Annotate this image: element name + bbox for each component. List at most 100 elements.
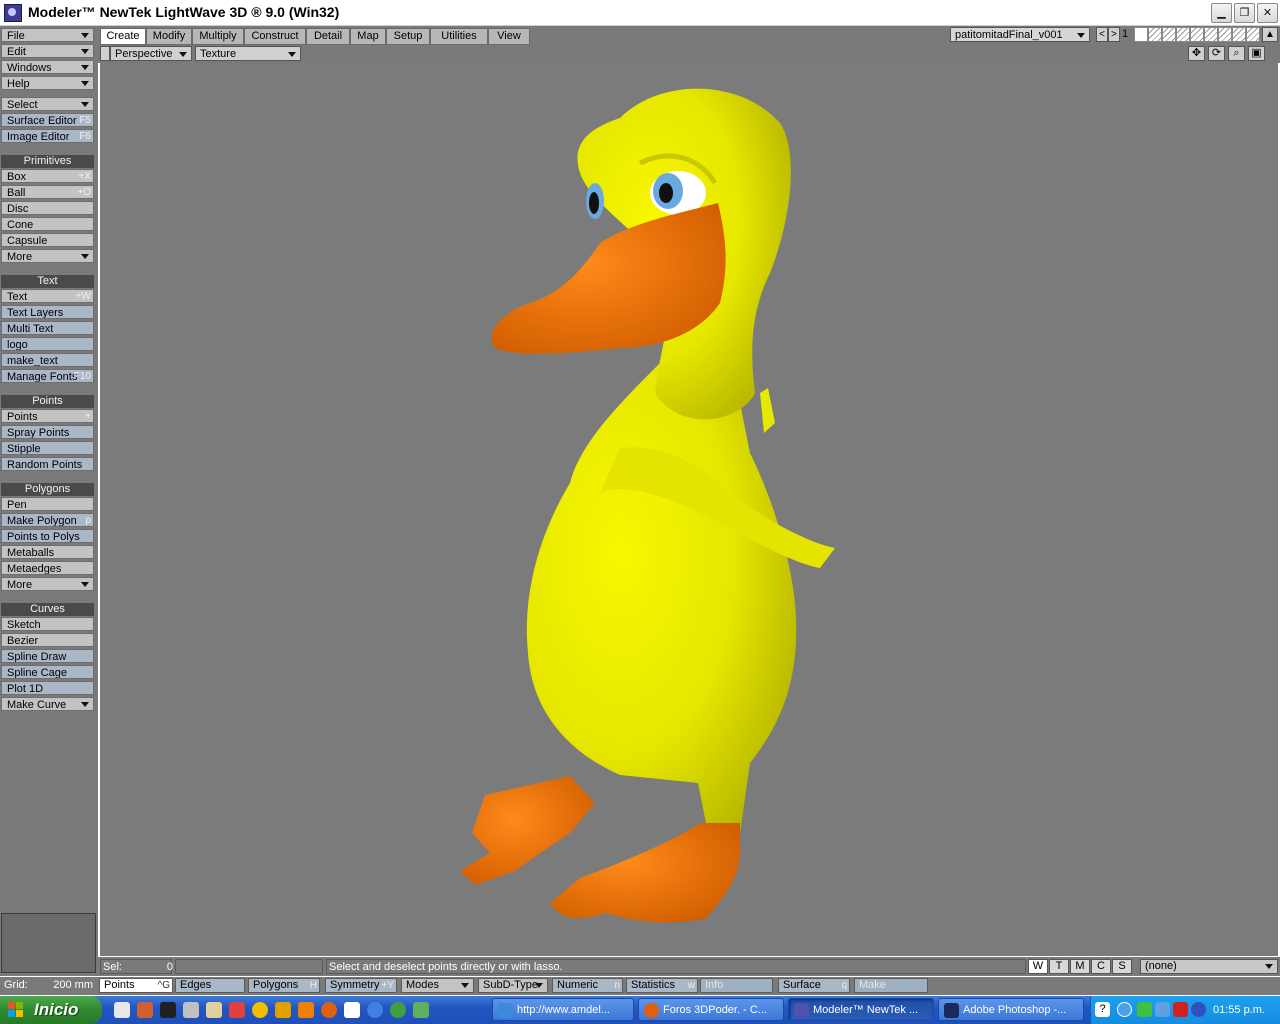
firefox-quicklaunch-icon[interactable]	[321, 1002, 337, 1018]
prev-layer-button[interactable]: <	[1096, 27, 1108, 42]
view-type-select[interactable]: Perspective	[110, 46, 192, 61]
taskbar-item-photoshop[interactable]: Adobe Photoshop -...	[938, 998, 1084, 1021]
barcode-icon[interactable]	[114, 1002, 130, 1018]
next-layer-button[interactable]: >	[1108, 27, 1120, 42]
tab-utilities[interactable]: Utilities	[430, 28, 488, 45]
subd-type-menu[interactable]: SubD-Type	[478, 978, 548, 993]
surface-editor-button[interactable]: Surface Editor F5	[1, 113, 94, 127]
tab-construct[interactable]: Construct	[244, 28, 306, 45]
taskbar-item-modeler[interactable]: Modeler™ NewTek ...	[788, 998, 934, 1021]
layer-box-7[interactable]	[1218, 27, 1232, 42]
statistics-button[interactable]: Statistics w	[626, 978, 698, 993]
move-view-icon[interactable]: ✥	[1188, 46, 1205, 61]
perspective-viewport[interactable]	[100, 63, 1278, 956]
start-button[interactable]: Inicio	[0, 996, 102, 1024]
network-icon[interactable]	[413, 1002, 429, 1018]
layer-box-3[interactable]	[1162, 27, 1176, 42]
rotate-view-icon[interactable]: ⟳	[1208, 46, 1225, 61]
spray-points-button[interactable]: Spray Points	[1, 425, 94, 439]
edit-menu[interactable]: Edit	[1, 44, 94, 58]
random-points-button[interactable]: Random Points	[1, 457, 94, 471]
tab-create[interactable]: Create	[100, 28, 146, 45]
layer-box-5[interactable]	[1190, 27, 1204, 42]
help-menu[interactable]: Help	[1, 76, 94, 90]
network-tray-icon[interactable]	[1137, 1002, 1152, 1017]
points-tool-button[interactable]: Points +	[1, 409, 94, 423]
vlc-icon[interactable]	[298, 1002, 314, 1018]
lightwave-app-icon[interactable]	[4, 4, 22, 22]
metaballs-button[interactable]: Metaballs	[1, 545, 94, 559]
render-style-select[interactable]: Texture	[195, 46, 301, 61]
polygons-mode-button[interactable]: Polygons H	[248, 978, 320, 993]
box-tool-button[interactable]: Box +X	[1, 169, 94, 183]
text-layers-button[interactable]: Text Layers	[1, 305, 94, 319]
windows-menu[interactable]: Windows	[1, 60, 94, 74]
tab-view[interactable]: View	[488, 28, 530, 45]
selection-set-button[interactable]: S	[1112, 959, 1132, 974]
search-icon[interactable]	[367, 1002, 383, 1018]
chevron-left-icon[interactable]	[1117, 1002, 1132, 1017]
help-icon[interactable]: ?	[1095, 1002, 1110, 1017]
layer-box-6[interactable]	[1204, 27, 1218, 42]
cone-tool-button[interactable]: Cone	[1, 217, 94, 231]
info-button[interactable]: Info	[700, 978, 773, 993]
layer-menu-button[interactable]: ▲	[1262, 27, 1278, 42]
media-icon[interactable]	[229, 1002, 245, 1018]
tab-detail[interactable]: Detail	[306, 28, 350, 45]
layer-box-4[interactable]	[1176, 27, 1190, 42]
disc-tool-button[interactable]: Disc	[1, 201, 94, 215]
make-button[interactable]: Make	[854, 978, 928, 993]
tab-map[interactable]: Map	[350, 28, 386, 45]
folder-icon[interactable]	[206, 1002, 222, 1018]
taskbar-item-ie[interactable]: http://www.amdel...	[492, 998, 634, 1021]
pen-tool-button[interactable]: Pen	[1, 497, 94, 511]
edges-mode-button[interactable]: Edges	[175, 978, 245, 993]
numeric-button[interactable]: Numeric n	[552, 978, 623, 993]
color-map-button[interactable]: C	[1091, 959, 1111, 974]
text-tool-button[interactable]: Text +W	[1, 289, 94, 303]
close-button[interactable]: ✕	[1257, 3, 1278, 23]
terminal-icon[interactable]	[160, 1002, 176, 1018]
image-editor-button[interactable]: Image Editor F6	[1, 129, 94, 143]
weight-map-button[interactable]: W	[1028, 959, 1048, 974]
minimize-button[interactable]: ▁	[1211, 3, 1232, 23]
layer-box-8[interactable]	[1232, 27, 1246, 42]
make-curve-menu[interactable]: Make Curve	[1, 697, 94, 711]
file-menu[interactable]: File	[1, 28, 94, 42]
more-primitives-menu[interactable]: More	[1, 249, 94, 263]
multi-text-button[interactable]: Multi Text	[1, 321, 94, 335]
notepad-icon[interactable]	[183, 1002, 199, 1018]
capsule-tool-button[interactable]: Capsule	[1, 233, 94, 247]
logo-button[interactable]: logo	[1, 337, 94, 351]
stipple-button[interactable]: Stipple	[1, 441, 94, 455]
document-icon[interactable]	[344, 1002, 360, 1018]
metaedges-button[interactable]: Metaedges	[1, 561, 94, 575]
viewport-handle[interactable]	[100, 46, 110, 61]
winamp-icon[interactable]	[252, 1002, 268, 1018]
bluetooth-icon[interactable]	[1191, 1002, 1206, 1017]
morph-map-button[interactable]: M	[1070, 959, 1090, 974]
bezier-button[interactable]: Bezier	[1, 633, 94, 647]
texture-map-button[interactable]: T	[1049, 959, 1069, 974]
make-text-button[interactable]: make_text	[1, 353, 94, 367]
manage-fonts-button[interactable]: Manage Fonts F10	[1, 369, 94, 383]
spline-cage-button[interactable]: Spline Cage	[1, 665, 94, 679]
maximize-view-icon[interactable]: ▣	[1248, 46, 1265, 61]
zoom-view-icon[interactable]: ⌕	[1228, 46, 1245, 61]
object-selector[interactable]: patitomitadFinal_v001	[950, 27, 1090, 42]
select-menu[interactable]: Select	[1, 97, 94, 111]
restore-button[interactable]: ❐	[1234, 3, 1255, 23]
messenger-icon[interactable]	[390, 1002, 406, 1018]
more-polygons-menu[interactable]: More	[1, 577, 94, 591]
ball-tool-button[interactable]: Ball +O	[1, 185, 94, 199]
points-mode-button[interactable]: Points ^G	[99, 978, 173, 993]
tab-setup[interactable]: Setup	[386, 28, 430, 45]
layer-box-1[interactable]	[1134, 27, 1148, 42]
tools-icon[interactable]	[275, 1002, 291, 1018]
symmetry-button[interactable]: Symmetry +Y	[325, 978, 397, 993]
antivirus-icon[interactable]	[1173, 1002, 1188, 1017]
vertex-map-select[interactable]: (none)	[1140, 959, 1278, 974]
modes-menu[interactable]: Modes	[401, 978, 474, 993]
tab-multiply[interactable]: Multiply	[192, 28, 244, 45]
surface-button[interactable]: Surface q	[778, 978, 850, 993]
